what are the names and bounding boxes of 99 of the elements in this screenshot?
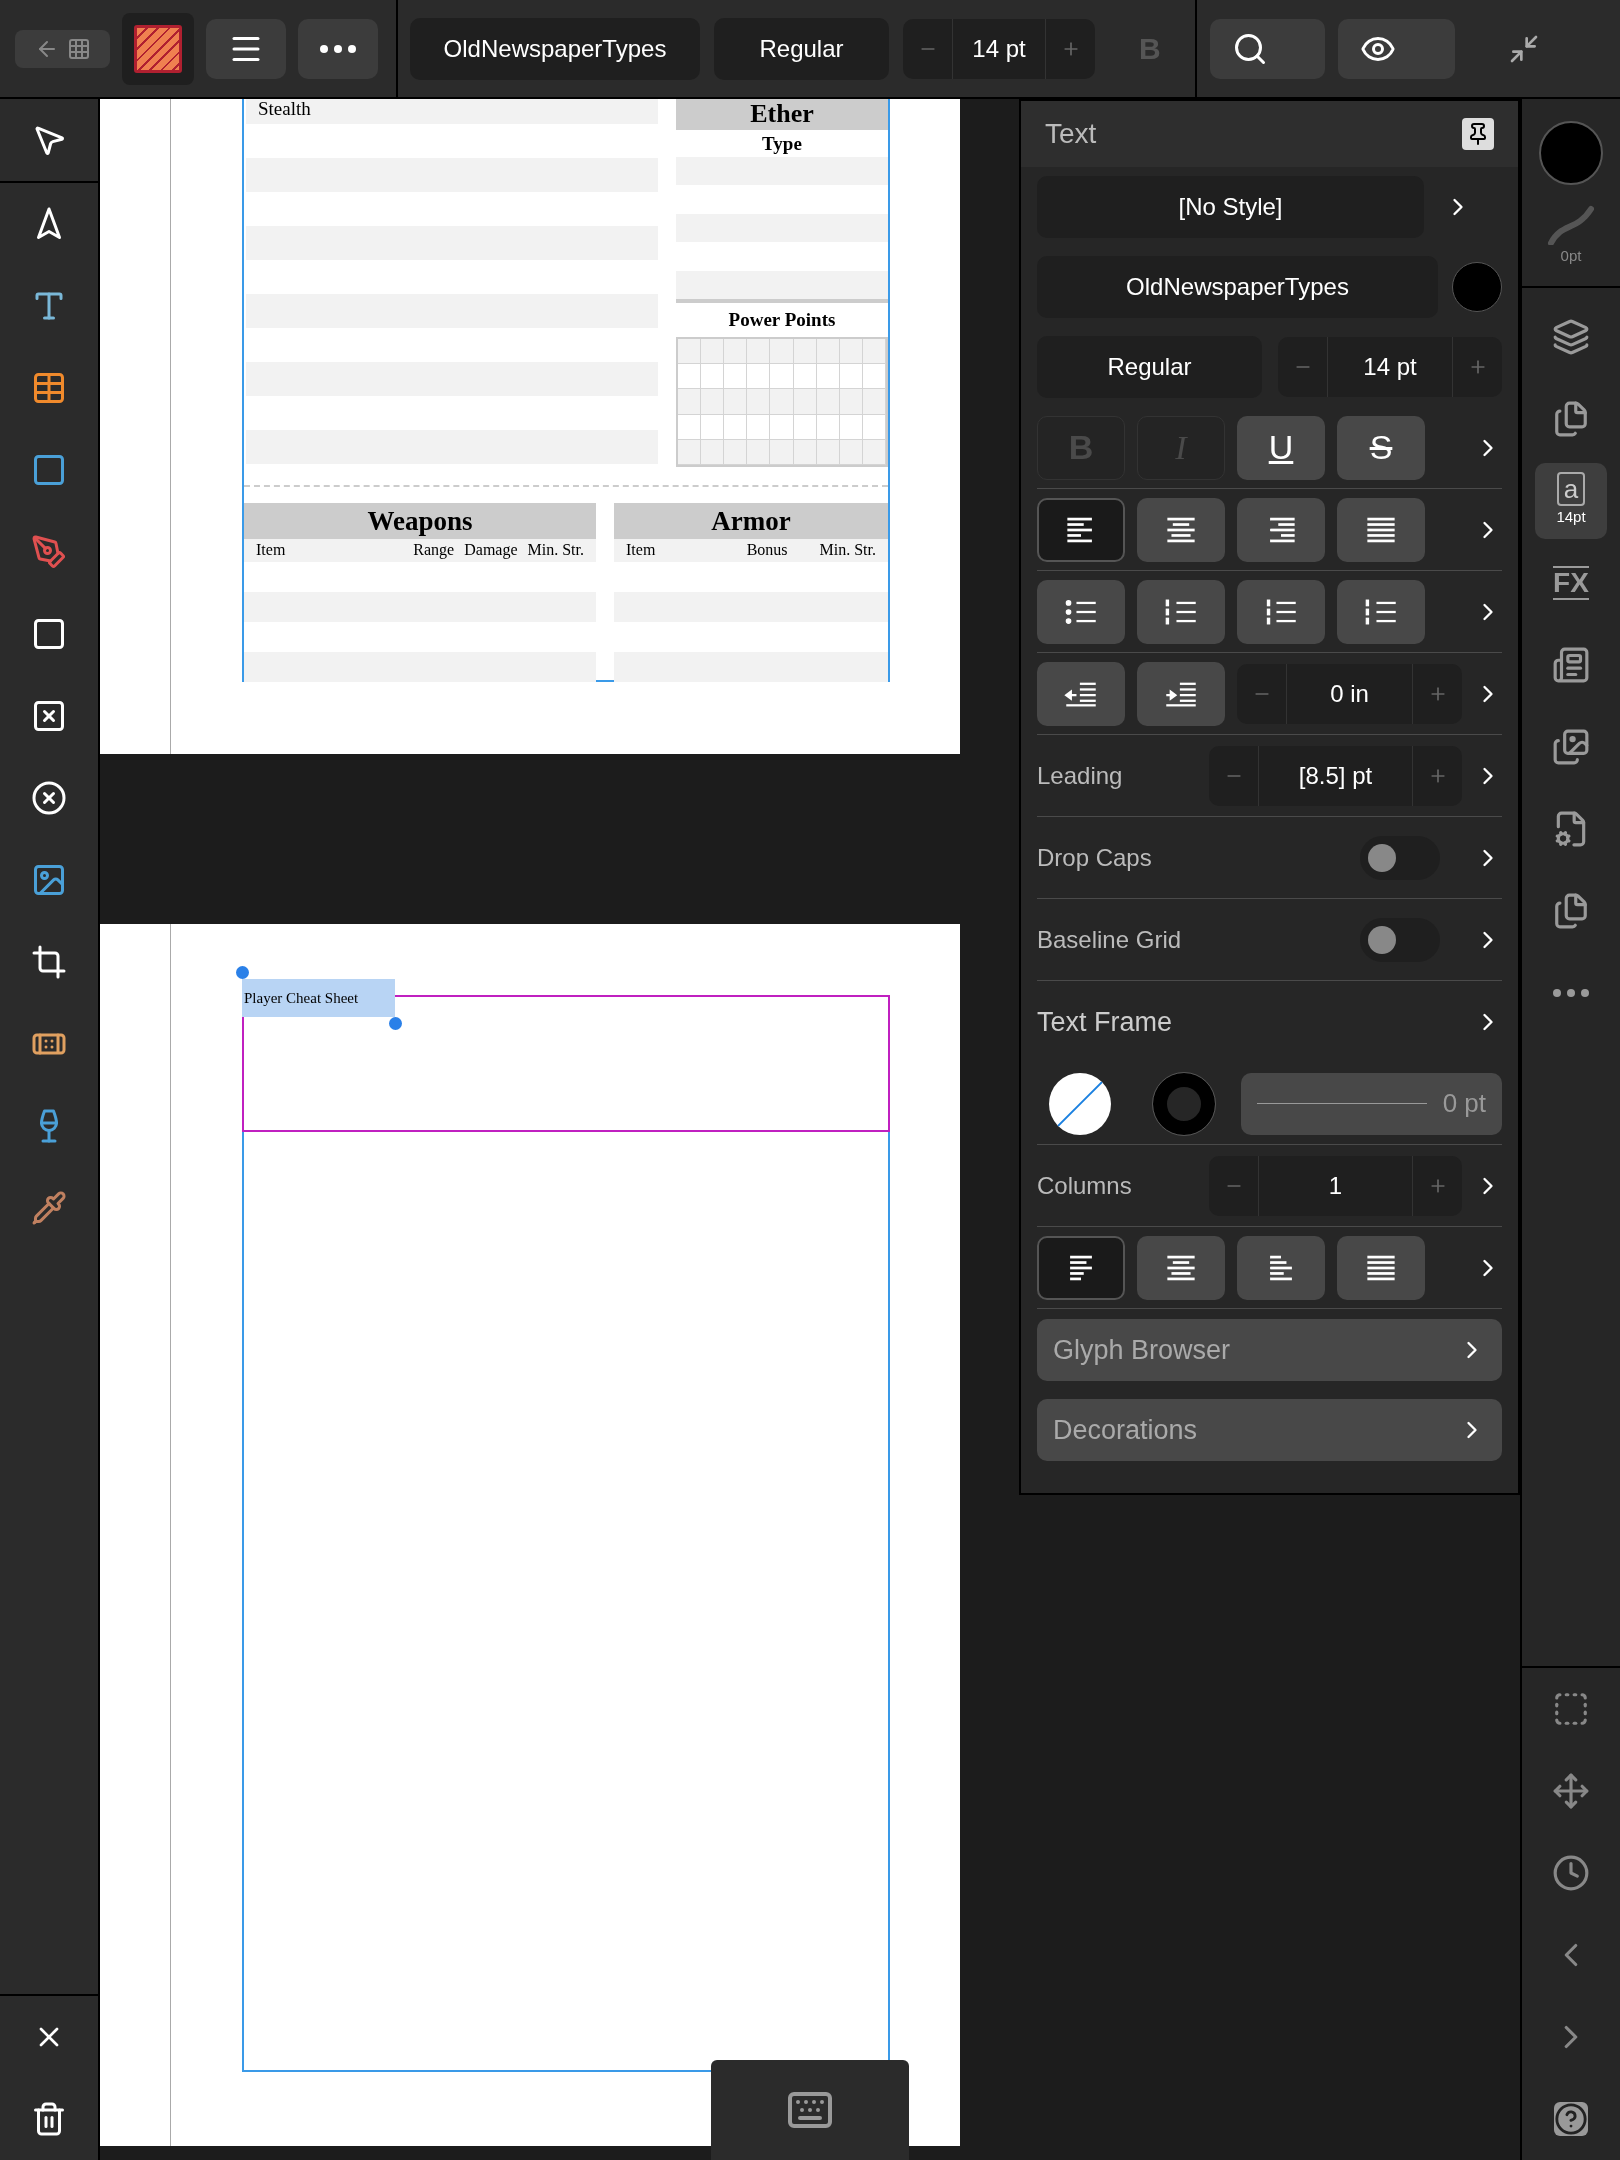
stepper-value: 14 pt — [971, 33, 1027, 64]
skill-label: Stealth — [246, 99, 658, 124]
type-label: Type — [761, 132, 803, 156]
panel-title: Text — [1045, 117, 1097, 151]
toggle-label: Drop Caps — [1037, 842, 1153, 873]
ether-header: Ether — [676, 99, 888, 130]
crop-icon[interactable] — [31, 944, 67, 980]
selected-text: Player Cheat Sheet — [242, 979, 395, 1017]
selection-box-icon[interactable] — [1552, 1690, 1590, 1728]
list-button[interactable] — [1037, 579, 1125, 644]
clock-icon[interactable] — [1552, 1854, 1590, 1892]
panel-button[interactable]: Decorations — [1037, 1399, 1502, 1461]
app-logo-icon[interactable] — [122, 12, 194, 85]
paragraph-style-selector[interactable]: [No Style] — [1037, 176, 1424, 238]
letter-glyph: a — [1556, 472, 1586, 507]
leading-label: Leading — [1037, 760, 1124, 791]
back-gallery-button[interactable] — [15, 29, 110, 68]
table-header: Armor — [614, 503, 888, 539]
column-heading: Bonus — [746, 540, 788, 560]
list-button[interactable] — [1137, 579, 1225, 644]
pen-icon[interactable] — [31, 534, 67, 570]
font-selector[interactable]: OldNewspaperTypes — [410, 17, 700, 80]
toggle-label: Baseline Grid — [1037, 924, 1183, 955]
list-button[interactable] — [1337, 579, 1425, 644]
vertical-alignment-button[interactable] — [1037, 1235, 1125, 1300]
fx-glyph: FX — [1553, 565, 1589, 600]
strike-button[interactable]: S — [1337, 415, 1425, 480]
help-icon[interactable] — [1554, 2102, 1588, 2136]
font-size-stepper[interactable]: 14 pt — [1278, 337, 1502, 397]
table-icon[interactable] — [31, 370, 67, 406]
image-icon[interactable] — [31, 862, 67, 898]
circle-x-icon[interactable] — [31, 780, 67, 816]
column-heading: Item — [626, 540, 657, 560]
columns-label: Columns — [1037, 1170, 1133, 1201]
indent-stepper[interactable]: 0 in — [1237, 663, 1462, 724]
stroke-swatch[interactable] — [1153, 1072, 1215, 1135]
number-list-icon — [1164, 597, 1198, 626]
alpha-list-icon — [1364, 597, 1398, 626]
stepper-value: 14 pt — [1362, 352, 1418, 382]
document-stack-icon[interactable] — [1552, 891, 1590, 930]
font-selector[interactable]: OldNewspaperTypes — [1037, 256, 1438, 318]
leading-stepper[interactable]: [8.5] pt — [1209, 745, 1462, 806]
more-icon[interactable] — [1553, 988, 1589, 997]
menu-button[interactable] — [206, 18, 286, 79]
vertical-alignment-button[interactable] — [1337, 1235, 1425, 1300]
column-heading: Min. Str. — [527, 540, 584, 560]
pipette-icon[interactable] — [31, 1190, 67, 1226]
stepper-value: 0 in — [1329, 678, 1370, 709]
move-icon[interactable] — [1552, 1772, 1590, 1810]
panel-button[interactable]: Glyph Browser — [1037, 1319, 1502, 1381]
stepper-value: [8.5] pt — [1297, 760, 1374, 791]
pages-icon[interactable] — [1552, 399, 1590, 438]
panel-button-label: Decorations — [1053, 1413, 1198, 1447]
power-points-label: Power Points — [727, 308, 837, 332]
layers-icon[interactable] — [1552, 317, 1590, 356]
underline-button[interactable]: U — [1237, 415, 1325, 480]
panel-button-label: Glyph Browser — [1053, 1333, 1231, 1367]
more-icon — [320, 44, 356, 53]
column-heading: Min. Str. — [819, 540, 876, 560]
font-size-stepper[interactable]: 14 pt — [903, 18, 1095, 79]
font-weight-selector[interactable]: Regular — [714, 17, 889, 80]
alignment-button[interactable] — [1237, 497, 1325, 562]
section-title: Text Frame — [1037, 1005, 1174, 1039]
column-heading: Damage — [464, 540, 518, 561]
stepper-value: 1 — [1327, 1170, 1344, 1201]
pin-icon[interactable] — [1462, 118, 1494, 150]
alignment-button[interactable] — [1337, 497, 1425, 562]
studio-tab[interactable]: a 14pt — [1535, 462, 1607, 539]
studio-tab[interactable]: FX — [1535, 544, 1607, 621]
toggle-switch[interactable] — [1360, 917, 1440, 962]
images-icon[interactable] — [1552, 727, 1590, 766]
text-color-swatch[interactable] — [1452, 262, 1502, 312]
bullet-list-icon — [1064, 597, 1098, 626]
toggle-switch[interactable] — [1360, 835, 1440, 880]
size-label: 14pt — [1556, 507, 1586, 528]
font-weight-selector[interactable]: Regular — [1037, 336, 1262, 398]
vertical-alignment-button[interactable] — [1237, 1235, 1325, 1300]
column-heading: Range — [413, 540, 455, 561]
selection-handle[interactable] — [389, 1017, 402, 1030]
more-button[interactable] — [298, 18, 378, 79]
column-heading: Item — [256, 540, 287, 560]
trash-icon[interactable] — [31, 2101, 67, 2137]
selection-handle[interactable] — [236, 966, 249, 979]
roman-list-icon — [1264, 597, 1298, 626]
keyboard-button[interactable] — [711, 2060, 909, 2160]
grid-icon — [66, 36, 91, 61]
columns-stepper[interactable]: 1 — [1209, 1155, 1462, 1216]
list-button[interactable] — [1237, 579, 1325, 644]
view-mode-button[interactable] — [1338, 18, 1455, 79]
picture-frame-icon[interactable] — [31, 698, 67, 734]
indent-increase-button[interactable] — [1137, 661, 1225, 726]
alignment-button[interactable] — [1137, 497, 1225, 562]
square-icon[interactable] — [31, 616, 67, 652]
stroke-width-label: 0pt — [1560, 246, 1582, 266]
vertical-alignment-button[interactable] — [1137, 1235, 1225, 1300]
alignment-button[interactable] — [1037, 497, 1125, 562]
indent-decrease-button[interactable] — [1037, 661, 1125, 726]
table-header: Weapons — [244, 503, 596, 539]
zoom-button[interactable] — [1210, 18, 1325, 79]
